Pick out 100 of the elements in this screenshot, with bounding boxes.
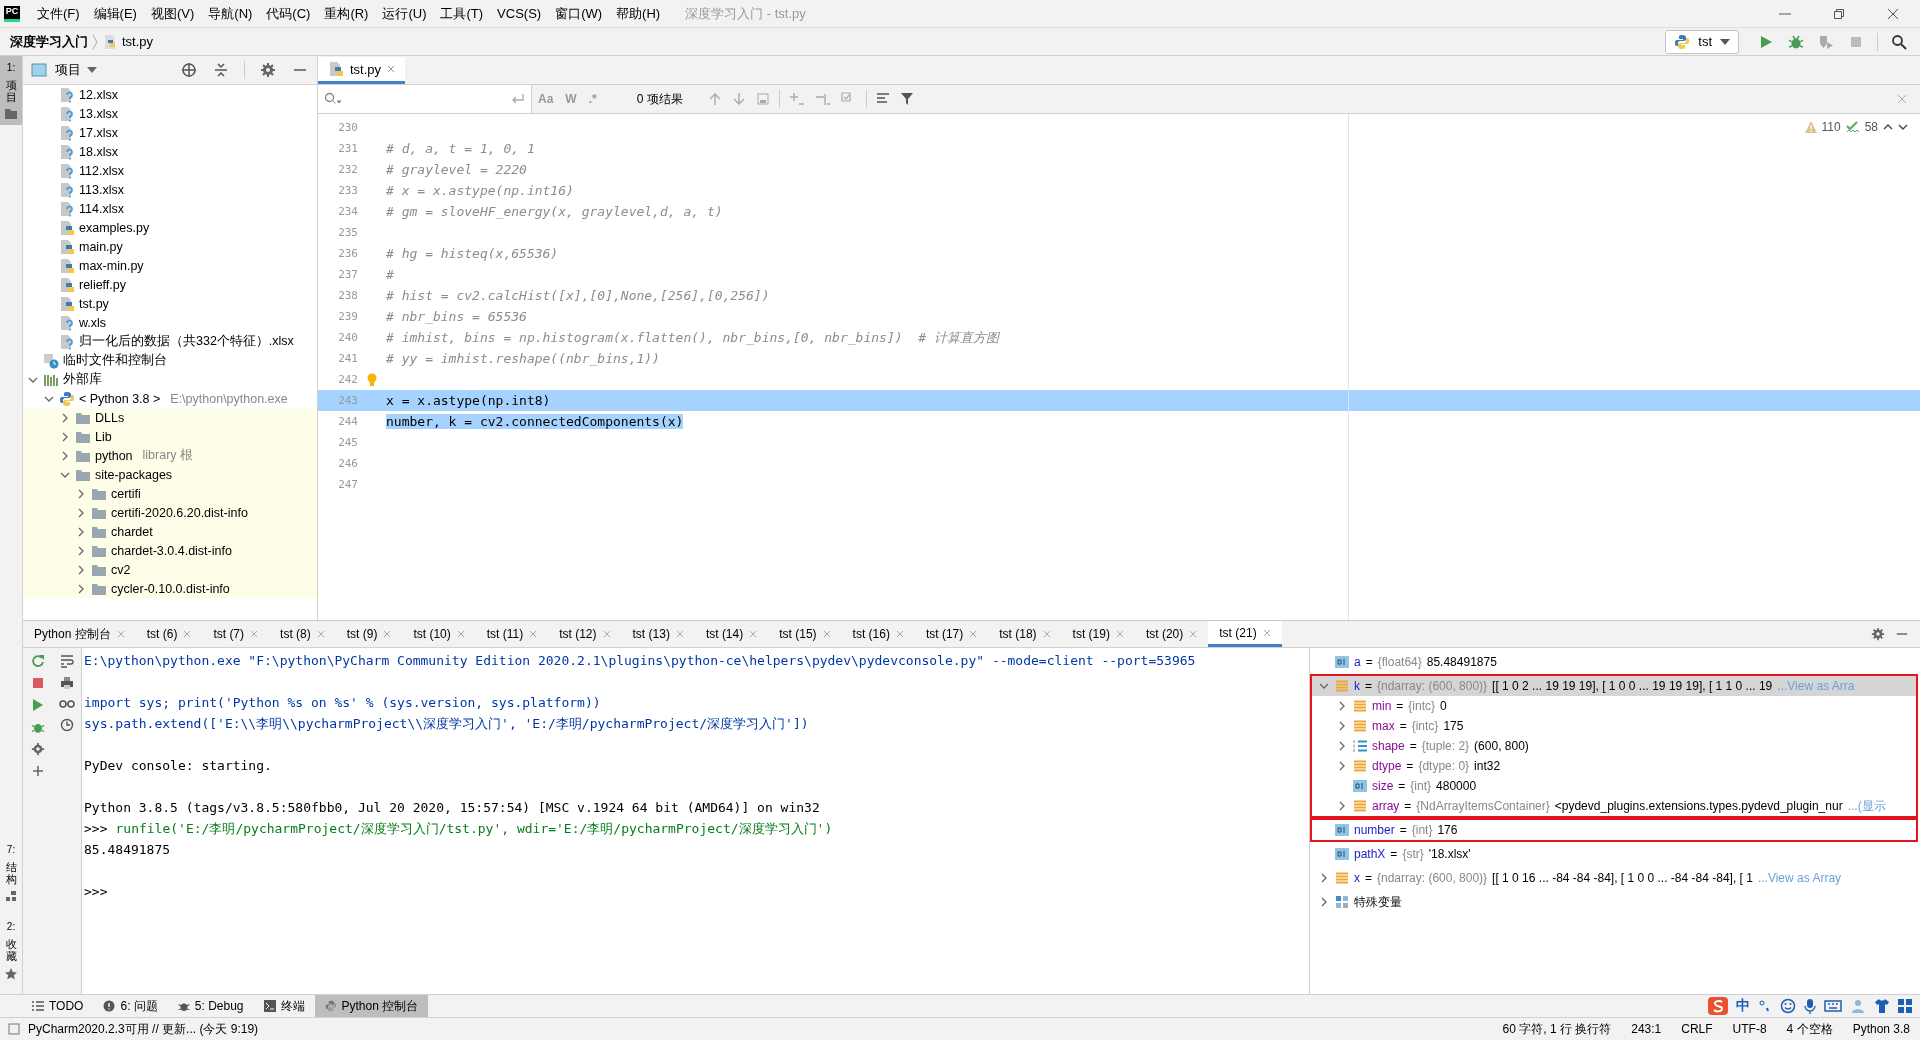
- locate-icon[interactable]: [181, 62, 197, 78]
- console-tab[interactable]: tst (6): [135, 621, 203, 647]
- menu-item[interactable]: 帮助(H): [609, 4, 668, 23]
- tree-item[interactable]: chardet-3.0.4.dist-info: [23, 541, 317, 560]
- console-tab[interactable]: tst (9): [335, 621, 403, 647]
- tree-item[interactable]: 18.xlsx: [23, 142, 317, 161]
- tree-item[interactable]: relieff.py: [23, 275, 317, 294]
- run-configuration-dropdown[interactable]: tst: [1665, 29, 1739, 54]
- tree-item[interactable]: w.xls: [23, 313, 317, 332]
- bug-icon[interactable]: [1788, 33, 1804, 50]
- settings-icon[interactable]: [1871, 627, 1885, 641]
- chevron-right-icon[interactable]: [76, 488, 86, 499]
- tree-item[interactable]: Lib: [23, 427, 317, 446]
- status-message[interactable]: PyCharm2020.2.3可用 // 更新... (今天 9:19): [28, 1020, 259, 1038]
- status-item[interactable]: CRLF: [1681, 1022, 1713, 1036]
- console-tab[interactable]: tst (17): [914, 621, 989, 647]
- keyboard-icon[interactable]: [1824, 999, 1842, 1013]
- menu-item[interactable]: 视图(V): [143, 4, 202, 23]
- tool-window-button[interactable]: 5: Debug: [167, 995, 254, 1017]
- tree-item[interactable]: 17.xlsx: [23, 123, 317, 142]
- variable-row[interactable]: x = {ndarray: (600, 800)} [[ 1 0 16 ... -84 -84 -84], [ 1 0 0 ... -84 -84 -84], [ 1 ...View as Array: [1312, 868, 1916, 888]
- settings-icon[interactable]: [30, 742, 45, 756]
- tree-item[interactable]: DLLs: [23, 408, 317, 427]
- menu-item[interactable]: 代码(C): [259, 4, 318, 23]
- chevron-right-icon[interactable]: [76, 526, 86, 537]
- tool-window-button[interactable]: 终端: [253, 995, 315, 1017]
- menu-item[interactable]: 导航(N): [201, 4, 260, 23]
- tree-item[interactable]: cv2: [23, 560, 317, 579]
- tree-item[interactable]: 114.xlsx: [23, 199, 317, 218]
- status-item[interactable]: Python 3.8: [1852, 1022, 1910, 1036]
- chevron-right-icon[interactable]: [60, 431, 70, 442]
- console-tab[interactable]: tst (21): [1208, 621, 1282, 647]
- tree-item[interactable]: max-min.py: [23, 256, 317, 275]
- tree-item[interactable]: tst.py: [23, 294, 317, 313]
- menu-item[interactable]: 编辑(E): [86, 4, 144, 23]
- console-tab[interactable]: tst (19): [1061, 621, 1135, 647]
- chevron-right-icon[interactable]: [1319, 897, 1329, 907]
- close-icon[interactable]: [387, 65, 396, 73]
- chevron-right-icon[interactable]: [1337, 701, 1347, 711]
- search-icon[interactable]: [1891, 33, 1907, 50]
- chevron-right-icon[interactable]: [76, 583, 86, 594]
- arrow-up-icon[interactable]: [707, 92, 722, 106]
- variable-row[interactable]: array = {NdArrayItemsContainer} <pydevd_plugins.extensions.types.pydevd_plugin_nur ...(显示: [1312, 796, 1916, 816]
- grid-icon[interactable]: [1898, 999, 1912, 1013]
- tree-item[interactable]: cycler-0.10.0.dist-info: [23, 579, 317, 598]
- variable-row[interactable]: shape = {tuple: 2} (600, 800): [1312, 736, 1916, 756]
- console-tab[interactable]: tst (18): [988, 621, 1062, 647]
- tree-item[interactable]: 12.xlsx: [23, 85, 317, 104]
- shirt-icon[interactable]: [1874, 998, 1890, 1014]
- menu-item[interactable]: 运行(U): [375, 4, 434, 23]
- user-icon[interactable]: [1850, 998, 1866, 1014]
- status-item[interactable]: 243:1: [1631, 1022, 1662, 1036]
- breadcrumb-item[interactable]: 深度学习入门: [10, 32, 88, 51]
- soft-wrap-icon[interactable]: [59, 654, 74, 668]
- console-tab[interactable]: tst (15): [768, 621, 842, 647]
- tree-item[interactable]: certifi-2020.6.20.dist-info: [23, 503, 317, 522]
- editor-tab[interactable]: tst.py: [318, 57, 406, 84]
- tree-item[interactable]: examples.py: [23, 218, 317, 237]
- chevron-right-icon[interactable]: [60, 412, 70, 423]
- chevron-right-icon[interactable]: [76, 545, 86, 556]
- tree-item[interactable]: < Python 3.8 > E:\python\python.exe: [23, 389, 317, 408]
- lightbulb-icon[interactable]: [367, 372, 377, 387]
- smiley-icon[interactable]: [1780, 998, 1796, 1014]
- chevron-right-icon[interactable]: [1319, 873, 1329, 883]
- console-tab[interactable]: tst (12): [548, 621, 622, 647]
- chevron-right-icon[interactable]: [1337, 741, 1347, 751]
- variable-row[interactable]: 特殊变量: [1312, 892, 1916, 912]
- variable-row[interactable]: pathX = {str} '18.xlsx': [1312, 844, 1916, 864]
- tree-item[interactable]: 112.xlsx: [23, 161, 317, 180]
- console-tab[interactable]: tst (13): [621, 621, 695, 647]
- console-tab[interactable]: tst (14): [694, 621, 769, 647]
- chevron-right-icon[interactable]: [1337, 761, 1347, 771]
- filter-icon[interactable]: [899, 92, 914, 106]
- variable-row[interactable]: number = {int} 176: [1312, 820, 1916, 840]
- panel-title[interactable]: 项目: [55, 61, 81, 79]
- tool-window-button[interactable]: TODO: [22, 995, 94, 1017]
- close-icon[interactable]: [1886, 6, 1900, 21]
- tree-item[interactable]: 外部库: [23, 370, 317, 389]
- stop-icon[interactable]: [30, 676, 45, 690]
- tree-item[interactable]: 归一化后的数据（共332个特征）.xlsx: [23, 332, 317, 351]
- chevron-right-icon[interactable]: [60, 450, 70, 461]
- menu-item[interactable]: VCS(S): [490, 6, 549, 21]
- plus-icon[interactable]: [30, 764, 45, 778]
- warning-count[interactable]: 110: [1821, 120, 1841, 134]
- console-tab[interactable]: tst (16): [841, 621, 915, 647]
- tree-item[interactable]: main.py: [23, 237, 317, 256]
- variable-row[interactable]: a = {float64} 85.48491875: [1312, 652, 1916, 672]
- chevron-right-icon[interactable]: [1337, 801, 1347, 811]
- tree-item[interactable]: 13.xlsx: [23, 104, 317, 123]
- select-all-icon[interactable]: [755, 92, 770, 106]
- tool-window-tab[interactable]: 1: 项目: [0, 56, 22, 126]
- check-icon[interactable]: [1845, 121, 1860, 133]
- console-tab[interactable]: tst (10): [402, 621, 476, 647]
- dropdown-caret-icon[interactable]: [87, 67, 97, 73]
- punctuation-icon[interactable]: [1758, 999, 1772, 1013]
- tree-item[interactable]: chardet: [23, 522, 317, 541]
- menu-item[interactable]: 工具(T): [433, 4, 491, 23]
- collapse-all-icon[interactable]: [213, 62, 229, 78]
- settings-icon[interactable]: [260, 62, 276, 78]
- chevron-up-icon[interactable]: [1883, 122, 1893, 132]
